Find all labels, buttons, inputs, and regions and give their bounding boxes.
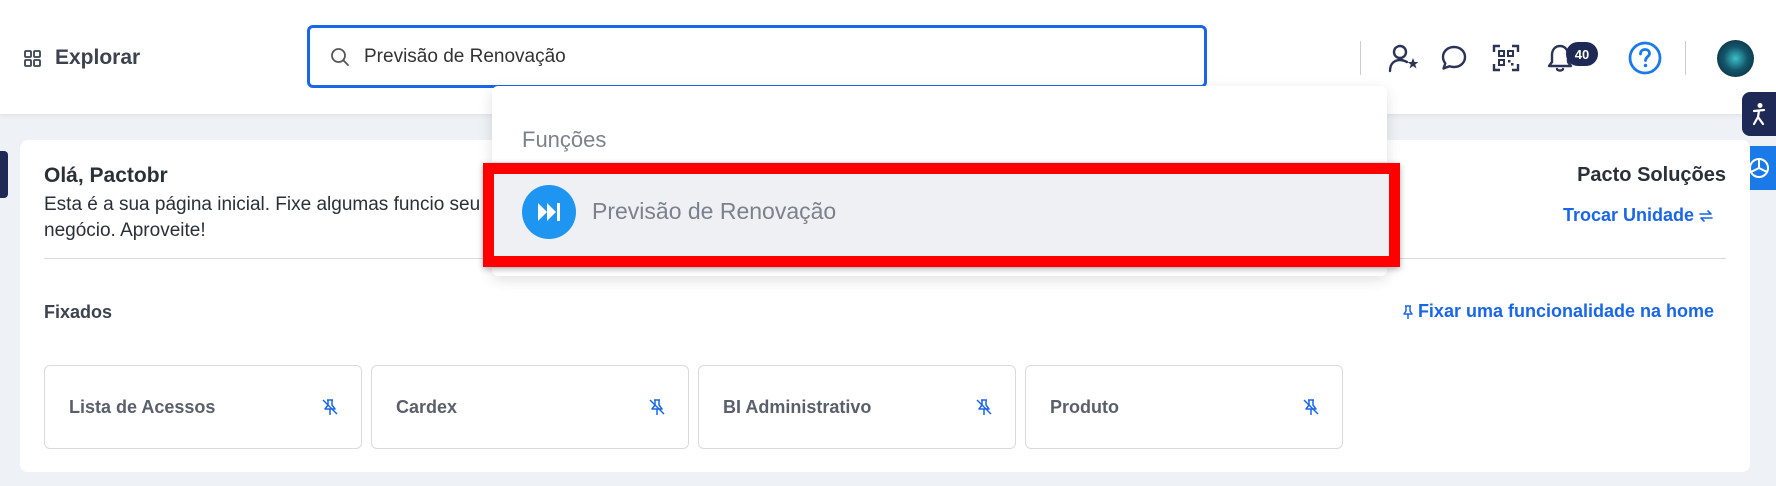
pinned-tile-label: Cardex — [396, 396, 458, 417]
explore-label: Explorar — [55, 46, 141, 69]
divider — [1360, 41, 1361, 75]
search-result-label: Previsão de Renovação — [592, 198, 837, 224]
chat-bubble-icon — [1441, 45, 1467, 70]
pin-icon — [1403, 304, 1413, 319]
unpin-icon[interactable] — [321, 398, 339, 416]
pinned-tile[interactable]: BI Administrativo — [698, 365, 1016, 449]
grid-icon — [24, 49, 41, 67]
search-box[interactable] — [307, 25, 1207, 88]
pinned-tile[interactable]: Cardex — [371, 365, 689, 449]
pinned-title: Fixados — [44, 302, 113, 322]
search-results-dropdown: Funções Previsão de Renovação — [492, 86, 1387, 276]
fast-forward-icon — [522, 185, 576, 239]
search-input[interactable] — [364, 45, 1144, 68]
unpin-icon[interactable] — [975, 398, 993, 416]
pinned-tile[interactable]: Lista de Acessos — [44, 365, 362, 449]
swap-unit-link[interactable]: Trocar Unidade — [1563, 205, 1714, 226]
swap-arrows-icon — [1699, 209, 1713, 222]
search-icon — [331, 47, 349, 66]
unpin-icon[interactable] — [1302, 398, 1320, 416]
results-section-label: Funções — [522, 127, 607, 152]
notification-badge: 40 — [1566, 42, 1598, 66]
user-star-icon — [1388, 44, 1419, 73]
help-icon — [1628, 41, 1662, 75]
help-button[interactable] — [1627, 40, 1663, 76]
unpin-icon[interactable] — [648, 398, 666, 416]
accessibility-icon — [1752, 103, 1766, 126]
add-user-button[interactable] — [1387, 41, 1421, 75]
ai-assistant-icon — [1749, 158, 1769, 178]
greeting-title: Olá, Pactobr — [44, 164, 168, 187]
avatar[interactable] — [1717, 40, 1754, 77]
pinned-tile-label: BI Administrativo — [723, 396, 872, 417]
pin-feature-link[interactable]: Fixar uma funcionalidade na home — [1402, 301, 1714, 322]
sidebar-handle[interactable] — [0, 151, 8, 198]
pin-feature-label: Fixar uma funcionalidade na home — [1417, 301, 1714, 321]
explore-button[interactable]: Explorar — [24, 44, 140, 72]
header-actions — [1360, 34, 1686, 82]
divider — [1685, 41, 1686, 75]
chat-button[interactable] — [1439, 43, 1469, 73]
pinned-list: Lista de Acessos Cardex BI Administrativ… — [44, 365, 1343, 449]
pinned-tile-label: Produto — [1050, 396, 1119, 417]
pinned-tile[interactable]: Produto — [1025, 365, 1343, 449]
accessibility-tab[interactable] — [1742, 92, 1776, 136]
swap-unit-label: Trocar Unidade — [1562, 205, 1694, 225]
qr-code-button[interactable] — [1491, 43, 1521, 73]
pinned-tile-label: Lista de Acessos — [69, 396, 216, 417]
search-result-item[interactable]: Previsão de Renovação — [492, 162, 1387, 268]
greeting-text: Esta é a sua página inicial. Fixe alguma… — [44, 194, 481, 241]
qr-code-icon — [1492, 44, 1520, 72]
company-name: Pacto Soluções — [1577, 164, 1726, 186]
